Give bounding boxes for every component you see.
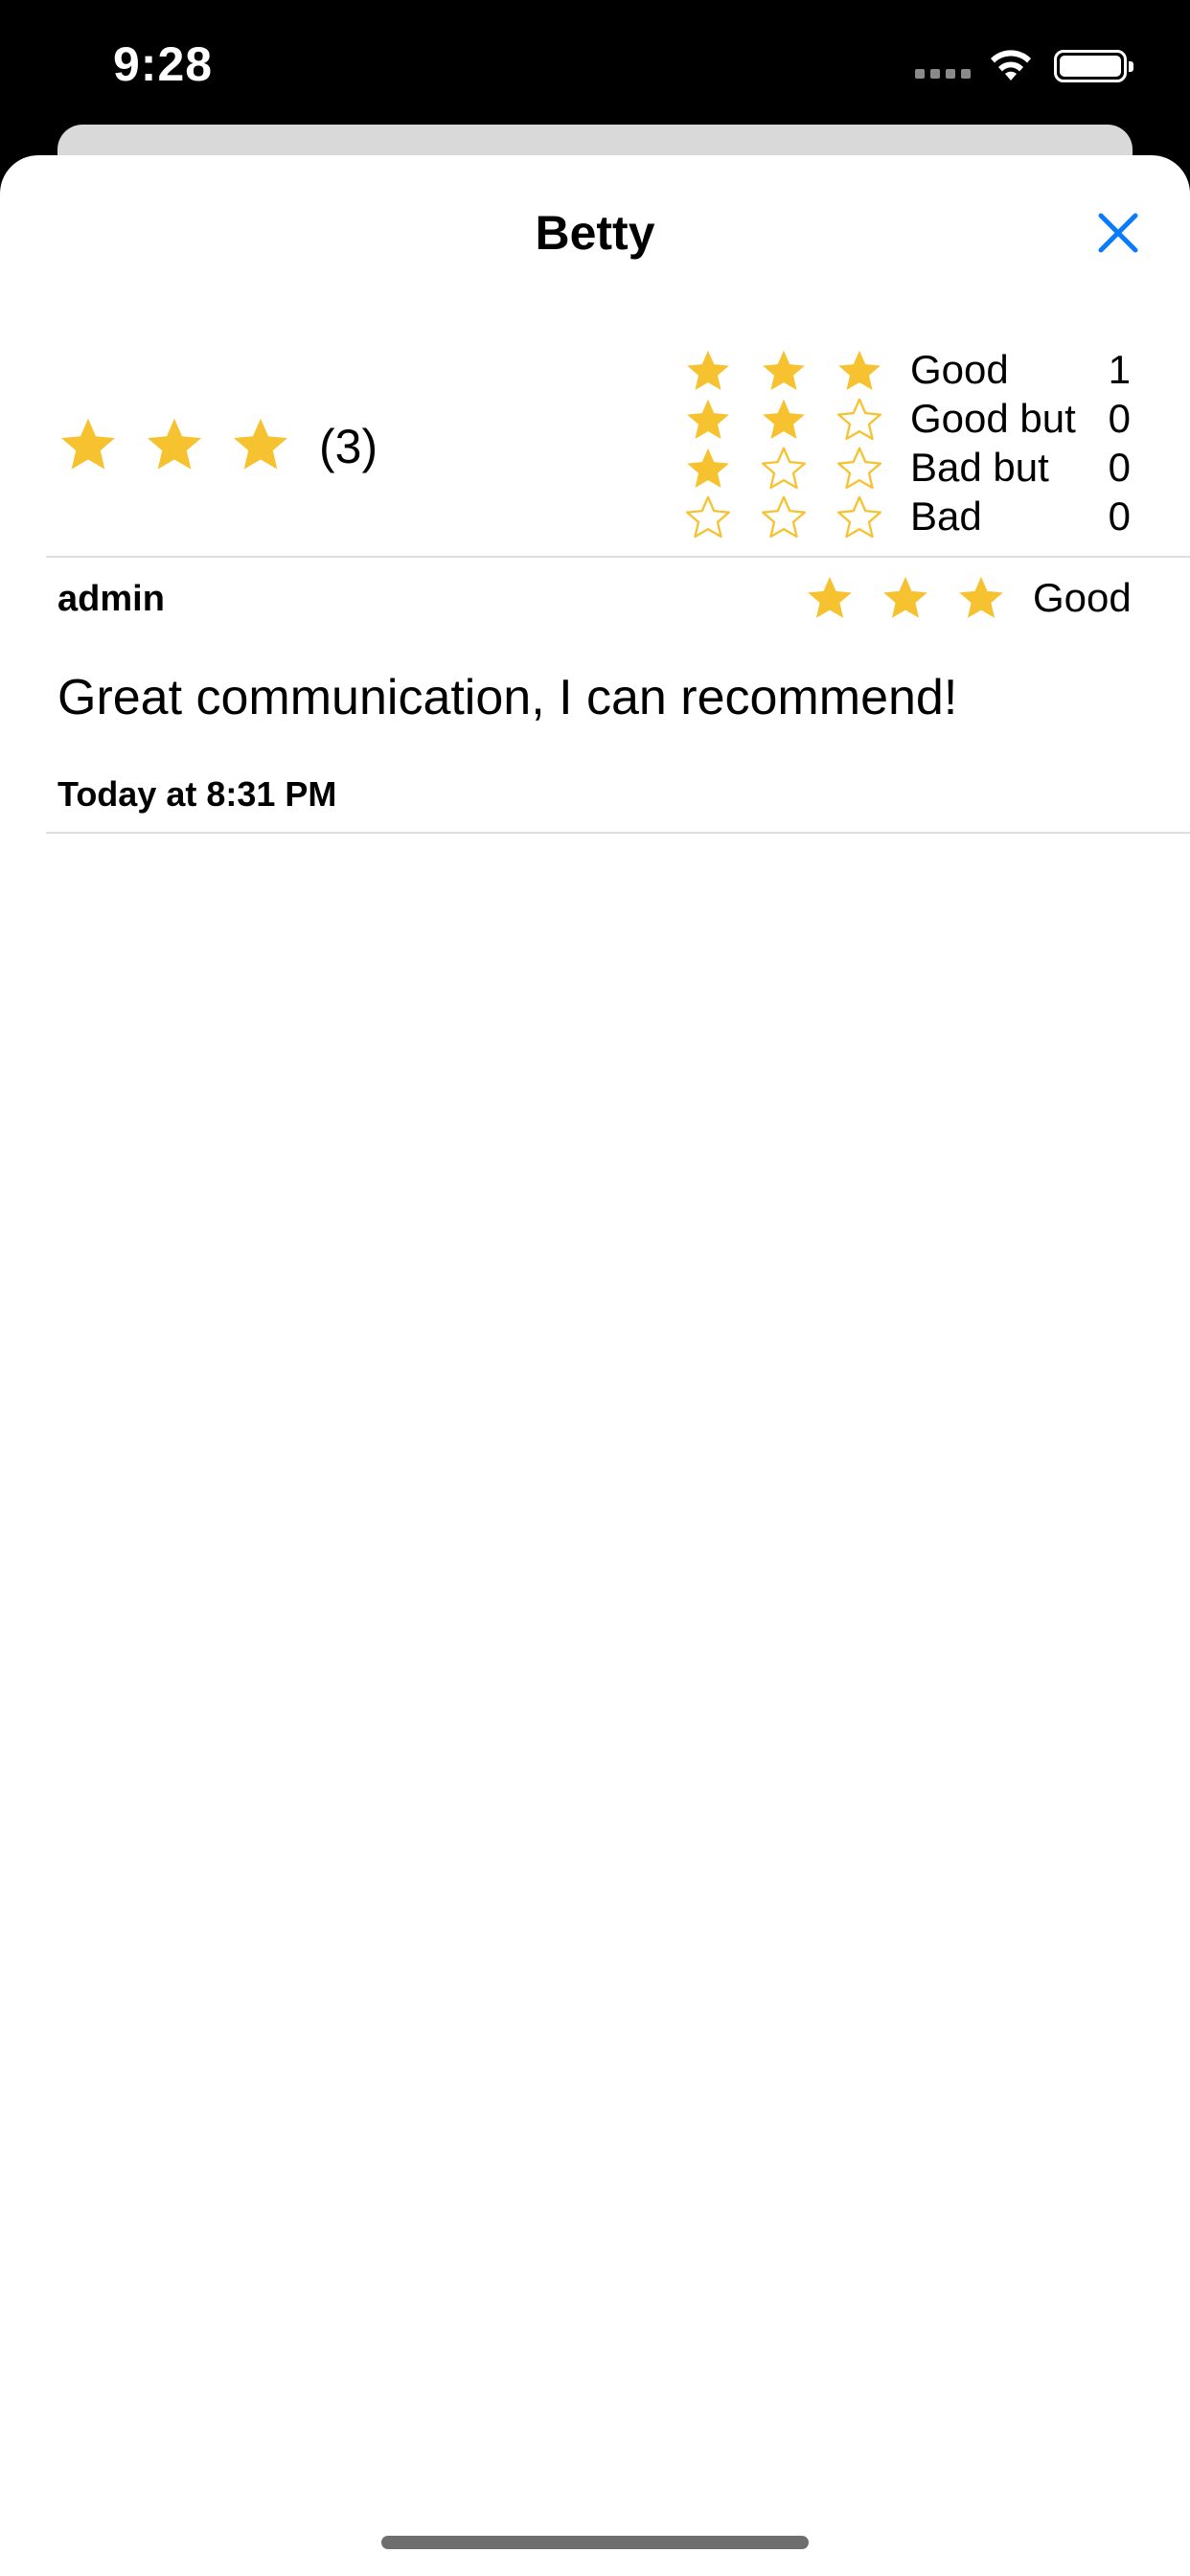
status-bar: 9:28: [0, 0, 1190, 125]
divider: [46, 832, 1190, 834]
distribution-label: Good: [910, 347, 1009, 392]
rating-sheet: Betty (3) Good 1 Good but 0 Bad but 0 Ba…: [0, 155, 1190, 2576]
review-text: Great communication, I can recommend!: [57, 670, 958, 725]
cellular-signal-icon: [915, 69, 971, 80]
star-filled-icon: [687, 448, 729, 488]
star-filled-icon: [687, 350, 729, 390]
battery-icon: [1054, 50, 1133, 82]
divider: [46, 556, 1190, 558]
star-outline-icon: [836, 447, 882, 490]
review-author: admin: [57, 579, 165, 619]
distribution-label: Good but: [910, 396, 1076, 441]
star-filled-icon: [234, 418, 287, 470]
star-outline-icon: [761, 495, 807, 539]
review-rating-label: Good: [1033, 575, 1132, 620]
status-time: 9:28: [113, 37, 214, 91]
distribution-label: Bad: [910, 494, 982, 539]
distribution-count: 1: [1108, 347, 1131, 392]
review-date: Today at 8:31 PM: [57, 774, 337, 814]
star-filled-icon: [148, 418, 201, 470]
star-filled-icon: [763, 399, 805, 439]
star-filled-icon: [687, 399, 729, 439]
star-filled-icon: [838, 350, 881, 390]
wifi-icon: [991, 50, 1031, 80]
distribution-count: 0: [1108, 396, 1131, 441]
distribution-count: 0: [1108, 445, 1131, 490]
distribution-count: 0: [1108, 494, 1131, 539]
distribution-label: Bad but: [910, 445, 1049, 490]
sheet-title: Betty: [535, 206, 655, 260]
star-filled-icon: [61, 418, 115, 470]
close-icon[interactable]: [1092, 207, 1144, 259]
star-filled-icon: [883, 576, 927, 618]
star-filled-icon: [808, 576, 852, 618]
star-outline-icon: [761, 447, 807, 490]
star-outline-icon: [836, 398, 882, 441]
home-indicator[interactable]: [381, 2536, 809, 2549]
star-outline-icon: [836, 495, 882, 539]
star-filled-icon: [959, 576, 1003, 618]
star-outline-icon: [685, 495, 731, 539]
star-filled-icon: [763, 350, 805, 390]
rating-count: (3): [319, 420, 378, 473]
